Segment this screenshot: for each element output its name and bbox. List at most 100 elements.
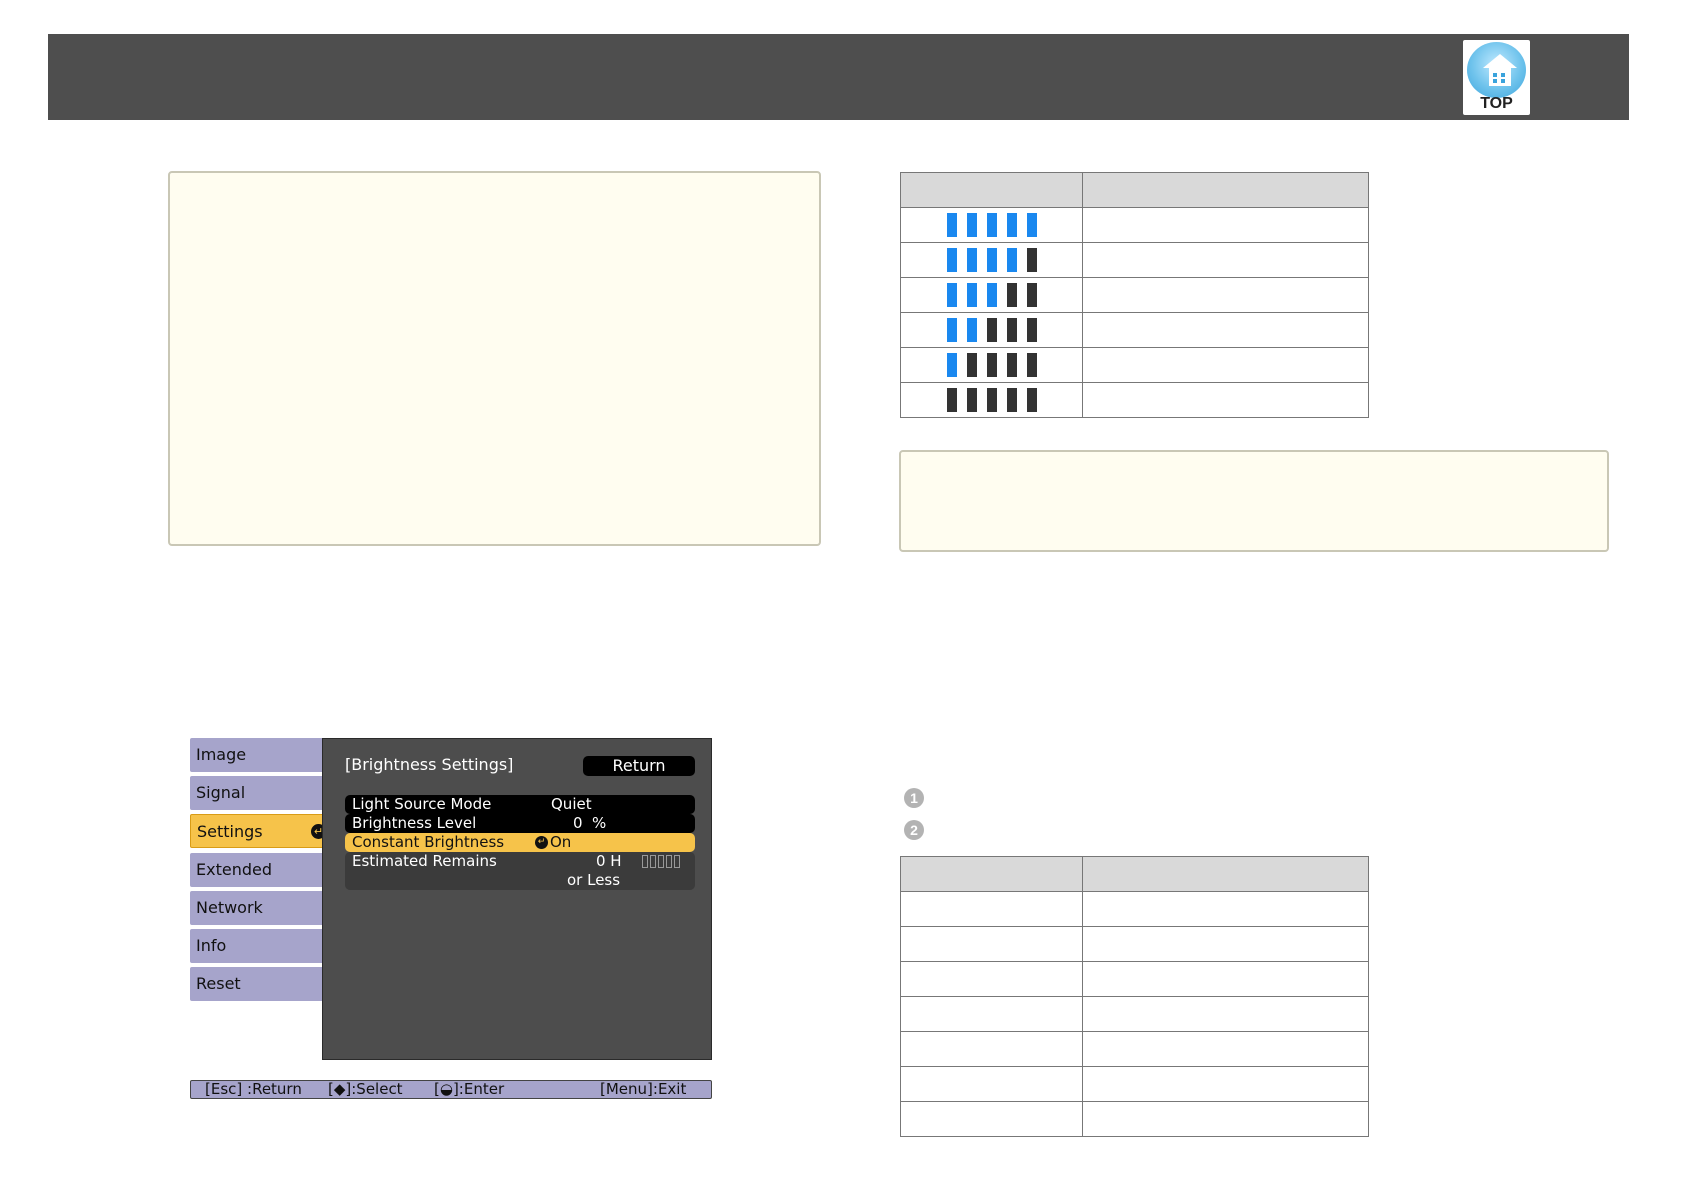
- gauge-row: [900, 382, 1369, 418]
- gauge-description-cell: [1082, 382, 1369, 418]
- menu-tab-network[interactable]: Network: [190, 891, 344, 925]
- row-value: Quiet: [551, 795, 592, 813]
- gauge-bar-empty: [966, 353, 977, 377]
- gauge-cell: [900, 347, 1083, 383]
- help-menu: [Menu]:Exit: [600, 1080, 687, 1098]
- menu-tab-extended[interactable]: Extended: [190, 853, 344, 887]
- gauge-bar-filled: [986, 213, 997, 237]
- help-enter: [◒]:Enter: [434, 1080, 505, 1098]
- gauge-bar-empty: [946, 388, 957, 412]
- gauge-bar-empty: [986, 353, 997, 377]
- gauge-description-cell: [1082, 347, 1369, 383]
- gauge-cell: [900, 277, 1083, 313]
- panel-title: [Brightness Settings]: [345, 755, 514, 774]
- note-box: [168, 171, 821, 546]
- help-select: [◆]:Select: [328, 1080, 403, 1098]
- bottom-table: [900, 856, 1369, 1137]
- light-source-mode-row[interactable]: Light Source Mode Quiet: [345, 795, 695, 814]
- gauge-bar-empty: [986, 318, 997, 342]
- menu-tab-info[interactable]: Info: [190, 929, 344, 963]
- row-value: 0: [573, 814, 583, 832]
- return-button[interactable]: Return: [583, 756, 695, 776]
- top-button-label: TOP: [1480, 95, 1513, 112]
- table-row: [900, 891, 1369, 927]
- projector-menu: Image Signal Settings ↵ Extended Network Info R…: [190, 738, 712, 1100]
- top-button[interactable]: TOP: [1463, 40, 1530, 115]
- table-cell: [900, 1101, 1083, 1137]
- table-header-cell: [1082, 172, 1369, 208]
- note-box: [899, 450, 1609, 552]
- level-gauge: [901, 313, 1082, 347]
- gauge-bar-filled: [966, 248, 977, 272]
- table-cell: [900, 1066, 1083, 1102]
- table-row: [900, 996, 1369, 1032]
- help-esc: [Esc] :Return: [205, 1080, 302, 1098]
- menu-tab-label: Settings: [197, 822, 263, 841]
- gauge-bar-filled: [1006, 213, 1017, 237]
- brightness-settings-panel: [Brightness Settings] Return Light Sourc…: [322, 738, 712, 1060]
- table-cell: [900, 961, 1083, 997]
- callout-1: 1: [904, 788, 924, 808]
- row-label: Brightness Level: [352, 814, 477, 832]
- table-row: [900, 1031, 1369, 1067]
- level-gauge: [901, 383, 1082, 417]
- menu-tab-signal[interactable]: Signal: [190, 776, 344, 810]
- row-label: Constant Brightness: [352, 833, 505, 851]
- table-cell: [900, 926, 1083, 962]
- gauge-bar-filled: [946, 213, 957, 237]
- gauge-bar-empty: [1006, 388, 1017, 412]
- gauge-bar-empty: [1006, 353, 1017, 377]
- gauge-description-cell: [1082, 277, 1369, 313]
- gauge-row: [900, 207, 1369, 243]
- gauge-bar-filled: [946, 248, 957, 272]
- menu-tab-label: Extended: [196, 860, 272, 879]
- menu-tab-label: Image: [196, 745, 247, 764]
- menu-tab-reset[interactable]: Reset: [190, 967, 344, 1001]
- gauge-row: [900, 312, 1369, 348]
- gauge-cell: [900, 382, 1083, 418]
- gauge-bar-filled: [946, 318, 957, 342]
- menu-tab-label: Network: [196, 898, 263, 917]
- callout-2: 2: [904, 820, 924, 840]
- brightness-level-row[interactable]: Brightness Level 0 %: [345, 814, 695, 833]
- level-gauge: [901, 278, 1082, 312]
- menu-tab-settings[interactable]: Settings ↵: [190, 814, 333, 848]
- gauge-bar-filled: [1006, 248, 1017, 272]
- table-cell: [1082, 1101, 1369, 1137]
- gauge-bar-filled: [966, 283, 977, 307]
- gauge-bar-empty: [1006, 318, 1017, 342]
- menu-tab-label: Signal: [196, 783, 246, 802]
- table-header-cell: [1082, 856, 1369, 892]
- row-unit: %: [592, 814, 607, 832]
- table-row: [900, 961, 1369, 997]
- gauge-bar-empty: [1026, 388, 1037, 412]
- gauge-bar-filled: [946, 283, 957, 307]
- menu-tab-label: Reset: [196, 974, 241, 993]
- gauge-bar-empty: [986, 388, 997, 412]
- gauge-bar-filled: [946, 353, 957, 377]
- table-row: [900, 926, 1369, 962]
- gauge-row: [900, 277, 1369, 313]
- gauge-cell: [900, 312, 1083, 348]
- gauge-bar-filled: [966, 318, 977, 342]
- gauge-cell: [900, 242, 1083, 278]
- row-value: 0 H: [596, 852, 622, 870]
- table-cell: [1082, 926, 1369, 962]
- home-icon: [1467, 42, 1526, 98]
- gauge-bar-empty: [1006, 283, 1017, 307]
- table-row: [900, 1101, 1369, 1137]
- gauge-bar-empty: [1026, 318, 1037, 342]
- table-header-row: [900, 172, 1369, 208]
- table-cell: [1082, 1031, 1369, 1067]
- table-cell: [1082, 996, 1369, 1032]
- table-header-cell: [900, 856, 1083, 892]
- gauge-row: [900, 242, 1369, 278]
- menu-tab-image[interactable]: Image: [190, 738, 344, 772]
- menu-tab-label: Info: [196, 936, 227, 955]
- level-gauge: [901, 243, 1082, 277]
- table-cell: [1082, 1066, 1369, 1102]
- constant-brightness-row[interactable]: Constant Brightness ↵ On: [345, 833, 695, 852]
- gauge-description-cell: [1082, 312, 1369, 348]
- level-gauge: [901, 348, 1082, 382]
- gauge-bar-filled: [966, 213, 977, 237]
